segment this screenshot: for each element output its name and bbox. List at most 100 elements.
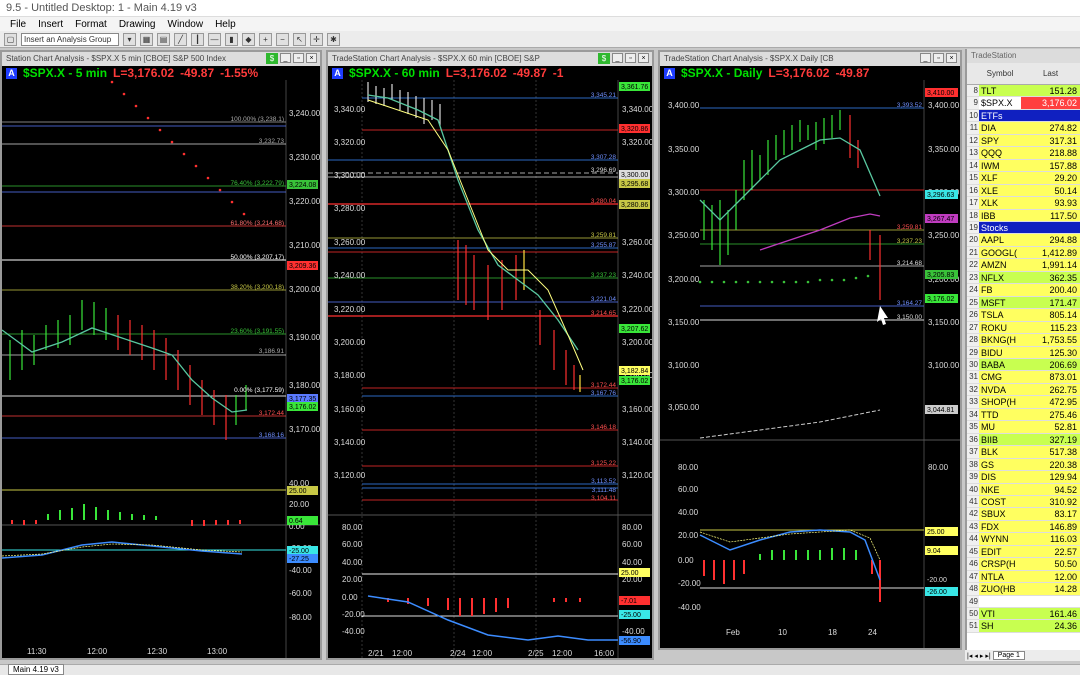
prev-page-icon[interactable]: ◂	[974, 652, 978, 660]
restore-icon[interactable]: ▫	[933, 53, 944, 63]
chart-daily-plot[interactable]: 3,400.00 3,400.00 3,350.00 3,350.00 3,30…	[660, 80, 960, 648]
restore-icon[interactable]: ▫	[293, 53, 304, 63]
table-row[interactable]: 48 ZUO(HB 14.28	[967, 583, 1080, 596]
table-row[interactable]: 11 DIA 274.82	[967, 122, 1080, 135]
menu-file[interactable]: File	[10, 19, 26, 30]
table-row[interactable]: 32 NVDA 262.75	[967, 383, 1080, 397]
chart-window-60min[interactable]: TradeStation Chart Analysis - $SPX.X 60 …	[326, 50, 654, 660]
table-row[interactable]: 23 NFLX 362.35	[967, 271, 1080, 285]
table-row[interactable]: 44 WYNN 116.03	[967, 533, 1080, 546]
row-symbol[interactable]: XLE	[979, 184, 1021, 197]
row-symbol[interactable]: TSLA	[979, 309, 1021, 321]
table-row[interactable]: 34 TTD 275.46	[967, 408, 1080, 422]
table-row[interactable]: 22 AMZN 1,991.14	[967, 259, 1080, 272]
close-icon[interactable]: ×	[946, 53, 957, 63]
row-symbol[interactable]: WYNN	[979, 533, 1021, 545]
close-icon[interactable]: ×	[306, 53, 317, 63]
close-icon[interactable]: ×	[638, 53, 649, 63]
table-row[interactable]: 18 IBB 117.50	[967, 209, 1080, 222]
table-row[interactable]: 33 SHOP(H 472.95	[967, 396, 1080, 409]
table-row[interactable]: 8 TLT 151.28	[967, 85, 1080, 98]
analysis-icon[interactable]: A	[332, 67, 343, 79]
row-symbol[interactable]: BKNG(H	[979, 334, 1021, 346]
table-row[interactable]: 36 BIIB 327.19	[967, 433, 1080, 447]
analysis-icon[interactable]: A	[664, 67, 675, 79]
restore-icon[interactable]: ▫	[625, 53, 636, 63]
table-row[interactable]: 14 IWM 157.88	[967, 159, 1080, 173]
dollar-icon[interactable]: $	[266, 53, 278, 64]
bars-icon[interactable]: ┃	[191, 32, 204, 46]
workspace-tab[interactable]: Main 4.19 v3	[8, 664, 64, 675]
row-symbol[interactable]: GS	[979, 458, 1021, 471]
last-page-icon[interactable]: ▸|	[985, 652, 990, 660]
row-symbol[interactable]: ZUO(HB	[979, 583, 1021, 595]
menu-help[interactable]: Help	[215, 19, 236, 30]
row-symbol[interactable]: NVDA	[979, 383, 1021, 396]
line-icon[interactable]: —	[208, 32, 221, 46]
row-symbol[interactable]: IBB	[979, 209, 1021, 221]
column-last[interactable]: Last	[1021, 63, 1080, 84]
table-row[interactable]: 27 ROKU 115.23	[967, 321, 1080, 335]
table-row[interactable]: 50 VTI 161.46	[967, 608, 1080, 621]
row-symbol[interactable]: NTLA	[979, 570, 1021, 583]
row-symbol[interactable]: CRSP(H	[979, 558, 1021, 570]
chevron-down-icon[interactable]: ▾	[123, 32, 136, 46]
minimize-icon[interactable]: _	[920, 53, 931, 63]
table-row[interactable]: 9 $SPX.X 3,176.02	[967, 97, 1080, 110]
row-symbol[interactable]: CMG	[979, 371, 1021, 383]
row-symbol[interactable]: SPY	[979, 134, 1021, 147]
table-icon[interactable]: ▤	[157, 32, 170, 46]
settings-icon[interactable]: ✱	[327, 32, 340, 46]
table-row[interactable]: 40 NKE 94.52	[967, 483, 1080, 496]
row-symbol[interactable]: AAPL	[979, 234, 1021, 246]
row-symbol[interactable]: FB	[979, 284, 1021, 296]
row-symbol[interactable]: GOOGL(	[979, 246, 1021, 259]
candle-icon[interactable]: ▮	[225, 32, 238, 46]
menu-drawing[interactable]: Drawing	[119, 19, 156, 30]
table-row[interactable]: 43 FDX 146.89	[967, 520, 1080, 534]
row-symbol[interactable]: Stocks	[979, 221, 1021, 234]
chart-icon[interactable]: ╱	[174, 32, 187, 46]
table-row[interactable]: 45 EDIT 22.57	[967, 545, 1080, 559]
row-symbol[interactable]: $SPX.X	[979, 97, 1021, 109]
table-row[interactable]: 21 GOOGL(1,412.89	[967, 246, 1080, 260]
row-symbol[interactable]: SH	[979, 620, 1021, 632]
menu-format[interactable]: Format	[75, 19, 107, 30]
row-symbol[interactable]: DIS	[979, 471, 1021, 483]
table-row[interactable]: 37 BLK 517.38	[967, 446, 1080, 459]
radarscreen-window[interactable]: TradeStation Symbol Last 8 TLT 151.28 9 $SPX…	[965, 49, 1080, 659]
grid-icon[interactable]: ▦	[140, 32, 153, 46]
row-symbol[interactable]: QQQ	[979, 147, 1021, 159]
table-row[interactable]: 15 XLF 29.20	[967, 172, 1080, 185]
table-row[interactable]: 26 TSLA 805.14	[967, 309, 1080, 322]
table-row[interactable]: 24 FB 200.40	[967, 284, 1080, 297]
cursor-icon[interactable]: ↖	[293, 32, 306, 46]
row-symbol[interactable]: FDX	[979, 520, 1021, 533]
analysis-icon[interactable]: A	[6, 67, 17, 79]
row-symbol[interactable]: BIIB	[979, 433, 1021, 446]
table-row[interactable]: 29 BIDU 125.30	[967, 346, 1080, 359]
table-row[interactable]: 13 QQQ 218.88	[967, 147, 1080, 160]
analysis-group-select[interactable]: Insert an Analysis Group	[21, 32, 119, 46]
row-symbol[interactable]: COST	[979, 495, 1021, 508]
column-symbol[interactable]: Symbol	[979, 63, 1021, 84]
minimize-icon[interactable]: _	[280, 53, 291, 63]
table-row[interactable]: 25 MSFT 171.47	[967, 296, 1080, 310]
chart-window-daily[interactable]: TradeStation Chart Analysis - $SPX.X Dai…	[658, 50, 962, 650]
table-row[interactable]: 39 DIS 129.94	[967, 471, 1080, 484]
table-row[interactable]: 38 GS 220.38	[967, 458, 1080, 472]
next-page-icon[interactable]: ▸	[980, 652, 984, 660]
row-symbol[interactable]	[979, 595, 1021, 608]
table-row[interactable]: 47 NTLA 12.00	[967, 570, 1080, 584]
row-symbol[interactable]: XLF	[979, 172, 1021, 184]
table-row[interactable]: 30 BABA 206.69	[967, 358, 1080, 372]
row-symbol[interactable]: MSFT	[979, 296, 1021, 309]
row-symbol[interactable]: DIA	[979, 122, 1021, 134]
chart-5min-plot[interactable]: 3,240.00 3,230.00 3,220.00 3,210.00 3,20…	[2, 80, 320, 658]
row-symbol[interactable]: BLK	[979, 446, 1021, 458]
table-row[interactable]: 28 BKNG(H 1,753.55	[967, 334, 1080, 347]
chart-window-5min[interactable]: Station Chart Analysis - $SPX.X 5 min [C…	[0, 50, 322, 660]
row-symbol[interactable]: TLT	[979, 85, 1021, 97]
table-row[interactable]: 12 SPY 317.31	[967, 134, 1080, 148]
section-row[interactable]: 10 ETFs	[967, 109, 1080, 123]
